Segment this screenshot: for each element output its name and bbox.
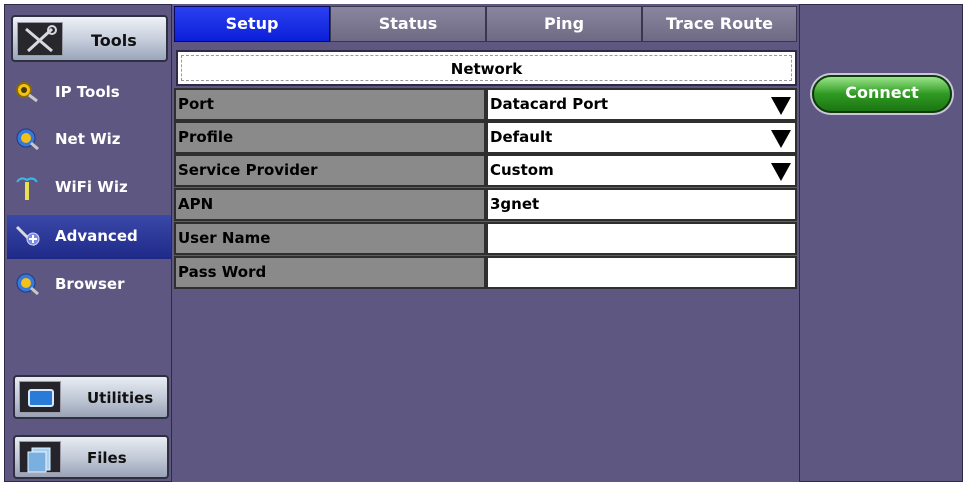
dropdown-value: Default [490,128,553,146]
browser-icon [15,273,39,296]
setting-label: Port [174,88,486,121]
setting-label: Profile [174,121,486,154]
sidebar-item-ip-tools[interactable]: IP Tools [7,71,171,115]
magnifier-icon [15,81,39,103]
network-section-header: Network [176,50,797,86]
utilities-button[interactable]: Utilities [13,375,169,419]
profile-dropdown[interactable]: Default [486,121,797,154]
wifi-antenna-icon [15,176,39,200]
user-name-input[interactable] [486,222,797,255]
net-wiz-icon [15,128,39,151]
setting-row-profile: Profile Default [174,121,797,154]
sidebar-item-browser[interactable]: Browser [7,263,171,307]
sidebar-item-net-wiz[interactable]: Net Wiz [7,118,171,162]
sidebar-item-advanced[interactable]: Advanced [7,215,171,259]
sidebar-item-label: WiFi Wiz [55,178,128,196]
files-button[interactable]: Files [13,435,169,479]
setting-row-pass-word: Pass Word [174,256,797,289]
dropdown-arrow-icon [771,97,791,115]
tools-button[interactable]: Tools [11,15,168,62]
action-panel: Connect [799,4,963,482]
network-title: Network [181,55,792,81]
setting-row-user-name: User Name [174,222,797,255]
setting-label: Service Provider [174,154,486,187]
tools-label: Tools [91,31,137,50]
dropdown-arrow-icon [771,130,791,148]
sidebar-item-wifi-wiz[interactable]: WiFi Wiz [7,166,171,210]
port-dropdown[interactable]: Datacard Port [486,88,797,121]
setting-label: Pass Word [174,256,486,289]
setting-row-port: Port Datacard Port [174,88,797,121]
setting-row-apn: APN 3gnet [174,188,797,221]
tab-ping[interactable]: Ping [486,6,642,42]
tab-status[interactable]: Status [330,6,486,42]
apn-input[interactable]: 3gnet [486,188,797,221]
files-icon [19,441,61,473]
main-panel: Setup Status Ping Trace Route Network Po… [172,4,799,482]
sidebar-item-label: Advanced [55,227,138,245]
advanced-tools-icon [15,225,40,247]
tab-trace-route[interactable]: Trace Route [642,6,797,42]
utilities-label: Utilities [87,389,154,407]
service-provider-dropdown[interactable]: Custom [486,154,797,187]
files-label: Files [87,449,127,467]
sidebar-item-label: IP Tools [55,83,120,101]
dropdown-value: Datacard Port [490,95,609,113]
sidebar: Tools IP Tools Net Wiz WiFi Wiz Advanced… [4,4,172,482]
setting-label: APN [174,188,486,221]
connect-button[interactable]: Connect [812,75,952,113]
dropdown-value: Custom [490,161,554,179]
password-input[interactable] [486,256,797,289]
tab-setup[interactable]: Setup [174,6,330,42]
sidebar-item-label: Net Wiz [55,130,121,148]
monitor-icon [19,381,61,413]
dropdown-arrow-icon [771,163,791,181]
setting-row-service-provider: Service Provider Custom [174,154,797,187]
tab-bar: Setup Status Ping Trace Route [172,4,799,44]
tools-icon [17,22,63,56]
sidebar-item-label: Browser [55,275,125,293]
setting-label: User Name [174,222,486,255]
